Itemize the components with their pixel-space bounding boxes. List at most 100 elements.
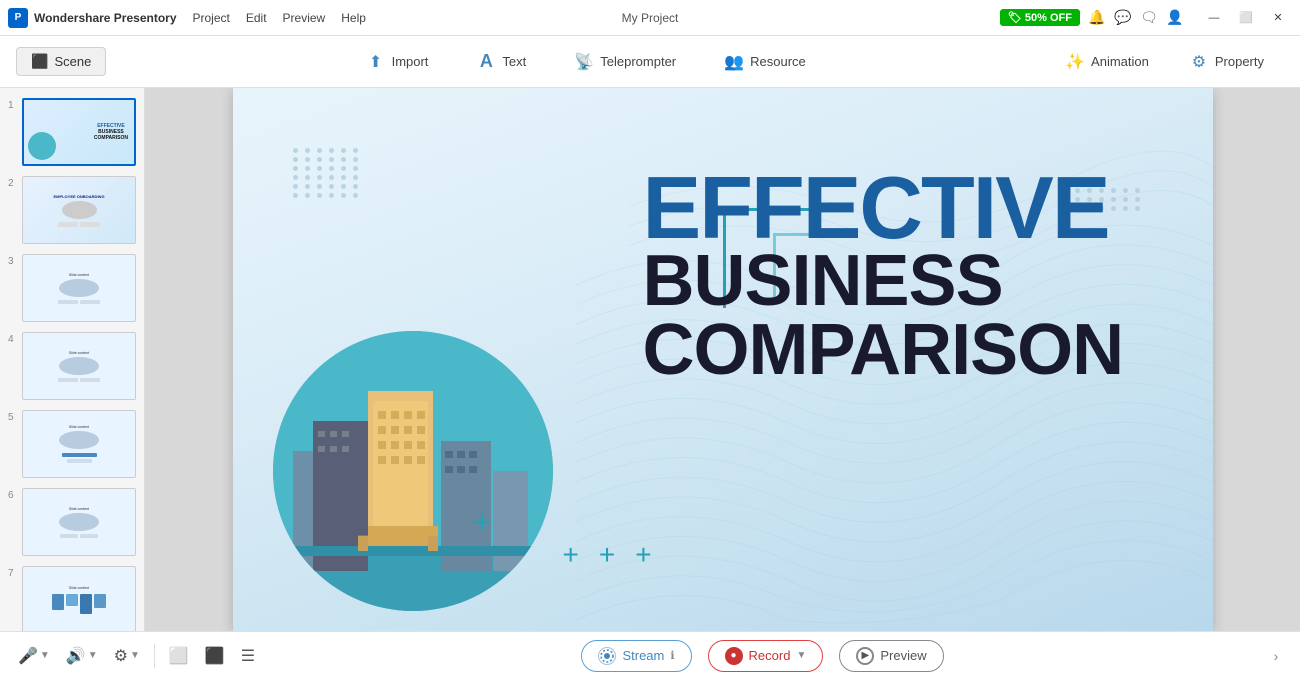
resource-label: Resource	[750, 54, 806, 69]
mic-arrow: ▼	[40, 650, 50, 661]
plus-sign-3: +	[635, 539, 651, 571]
settings-tool[interactable]: ⚙ ▼	[108, 642, 146, 670]
app-logo-icon: P	[8, 8, 28, 28]
slide-thumb-3[interactable]: Slide content	[22, 254, 136, 322]
plus-sign-1: +	[563, 539, 579, 571]
slide-thumb-7[interactable]: Slide content	[22, 566, 136, 631]
record-dropdown-arrow[interactable]: ▼	[796, 650, 806, 661]
slide-thumb-1[interactable]: EFFECTIVE BUSINESS COMPARISON	[22, 98, 136, 166]
top-menu-bar: P Wondershare Presentory Project Edit Pr…	[0, 0, 1300, 36]
window-controls: — ⬜ ✕	[1200, 8, 1292, 28]
import-icon: ⬆	[366, 52, 386, 72]
teleprompter-icon: 📡	[574, 52, 594, 72]
speaker-icon: 🔊	[66, 646, 86, 666]
layout-icon-2: ⬛	[205, 646, 225, 666]
bottom-right-nav: ›	[1264, 644, 1288, 668]
animation-label: Animation	[1091, 54, 1149, 69]
resource-tool[interactable]: 👥 Resource	[700, 46, 830, 78]
scene-button[interactable]: ⬛ Scene	[16, 47, 106, 76]
settings-icon: ⚙	[114, 646, 128, 666]
account-icon[interactable]: 👤	[1166, 9, 1184, 27]
import-tool[interactable]: ⬆ Import	[342, 46, 453, 78]
speaker-tool[interactable]: 🔊 ▼	[60, 642, 104, 670]
chat-icon[interactable]: 🗨	[1140, 9, 1158, 27]
record-icon: ●	[725, 647, 743, 665]
menu-bar: Project Edit Preview Help	[193, 11, 366, 25]
text-icon: A	[476, 52, 496, 72]
slide-canvas[interactable]: + + + + EFFECTIVE BUSINESS COMPARISON	[233, 88, 1213, 631]
bottom-separator-1	[154, 644, 155, 668]
slide-item[interactable]: 2 EMPLOYEE ONBOARDING	[6, 174, 138, 246]
preview-icon: ▶	[856, 647, 874, 665]
slide-item[interactable]: 5 Slide content	[6, 408, 138, 480]
top-bar-icons: 🔔 💬 🗨 👤	[1088, 9, 1184, 27]
preview-label: Preview	[880, 648, 926, 663]
slide-thumb-inner-1: EFFECTIVE BUSINESS COMPARISON	[24, 100, 134, 164]
layout-tool-2[interactable]: ⬛	[199, 642, 231, 670]
toolbar-right: ✨ Animation ⚙ Property	[1045, 46, 1284, 78]
message-icon[interactable]: 💬	[1114, 9, 1132, 27]
layout-icon-3: ☰	[241, 646, 255, 666]
slide-panel[interactable]: 1 EFFECTIVE BUSINESS COMPARISON 2	[0, 88, 145, 631]
app-name: Wondershare Presentory	[34, 11, 177, 25]
slide-item[interactable]: 4 Slide content	[6, 330, 138, 402]
slide-item[interactable]: 1 EFFECTIVE BUSINESS COMPARISON	[6, 96, 138, 168]
preview-button[interactable]: ▶ Preview	[839, 640, 943, 672]
slide-number-1: 1	[8, 98, 18, 111]
settings-arrow: ▼	[130, 650, 140, 661]
slide-effective-text: EFFECTIVE	[643, 168, 1163, 247]
nav-right-arrow[interactable]: ›	[1264, 644, 1288, 668]
bottom-center-actions: Stream ℹ ● Record ▼ ▶ Preview	[581, 640, 943, 672]
record-button[interactable]: ● Record ▼	[708, 640, 824, 672]
slide-item[interactable]: 6 Slide content	[6, 486, 138, 558]
minimize-button[interactable]: —	[1200, 8, 1228, 28]
menu-project[interactable]: Project	[193, 11, 230, 25]
slide-thumb-inner-2: EMPLOYEE ONBOARDING	[23, 177, 135, 243]
slide-number-6: 6	[8, 488, 18, 501]
slide-number-3: 3	[8, 254, 18, 267]
animation-icon: ✨	[1065, 52, 1085, 72]
logo-letter: P	[15, 12, 22, 23]
mic-tool[interactable]: 🎤 ▼	[12, 642, 56, 670]
promo-badge[interactable]: 🏷 50% OFF	[1000, 9, 1080, 26]
close-button[interactable]: ✕	[1264, 8, 1292, 28]
slide-thumb-4[interactable]: Slide content	[22, 332, 136, 400]
scene-label: Scene	[54, 54, 91, 69]
main-area: 1 EFFECTIVE BUSINESS COMPARISON 2	[0, 88, 1300, 631]
teleprompter-tool[interactable]: 📡 Teleprompter	[550, 46, 700, 78]
top-bar-left: P Wondershare Presentory Project Edit Pr…	[8, 8, 366, 28]
property-tool[interactable]: ⚙ Property	[1169, 46, 1284, 78]
layout-tool-3[interactable]: ☰	[235, 642, 261, 670]
slide-item[interactable]: 3 Slide content	[6, 252, 138, 324]
notification-icon[interactable]: 🔔	[1088, 9, 1106, 27]
slide-item[interactable]: 7 Slide content	[6, 564, 138, 631]
slide-thumb-6[interactable]: Slide content	[22, 488, 136, 556]
slide-number-5: 5	[8, 410, 18, 423]
slide-thumb-inner-3: Slide content	[23, 255, 135, 321]
slide-number-4: 4	[8, 332, 18, 345]
stream-button[interactable]: Stream ℹ	[581, 640, 691, 672]
teleprompter-label: Teleprompter	[600, 54, 676, 69]
stream-info-icon: ℹ	[670, 649, 674, 662]
toolbar-tools: ⬆ Import A Text 📡 Teleprompter 👥 Resourc…	[126, 46, 1045, 78]
animation-tool[interactable]: ✨ Animation	[1045, 46, 1169, 78]
resource-icon: 👥	[724, 52, 744, 72]
canvas-area[interactable]: + + + + EFFECTIVE BUSINESS COMPARISON	[145, 88, 1300, 631]
text-label: Text	[502, 54, 526, 69]
slide-thumb-inner-6: Slide content	[23, 489, 135, 555]
import-label: Import	[392, 54, 429, 69]
slide-thumb-2[interactable]: EMPLOYEE ONBOARDING	[22, 176, 136, 244]
menu-edit[interactable]: Edit	[246, 11, 267, 25]
slide-number-7: 7	[8, 566, 18, 579]
decorative-dots-tl	[293, 148, 361, 198]
menu-help[interactable]: Help	[341, 11, 366, 25]
record-label: Record	[749, 648, 791, 663]
plus-sign-top: +	[473, 504, 492, 541]
layout-tool-1[interactable]: ⬜	[163, 642, 195, 670]
menu-preview[interactable]: Preview	[283, 11, 326, 25]
text-tool[interactable]: A Text	[452, 46, 550, 78]
stream-label: Stream	[622, 648, 664, 663]
maximize-button[interactable]: ⬜	[1232, 8, 1260, 28]
slide-thumb-5[interactable]: Slide content	[22, 410, 136, 478]
main-toolbar: ⬛ Scene ⬆ Import A Text 📡 Teleprompter 👥…	[0, 36, 1300, 88]
